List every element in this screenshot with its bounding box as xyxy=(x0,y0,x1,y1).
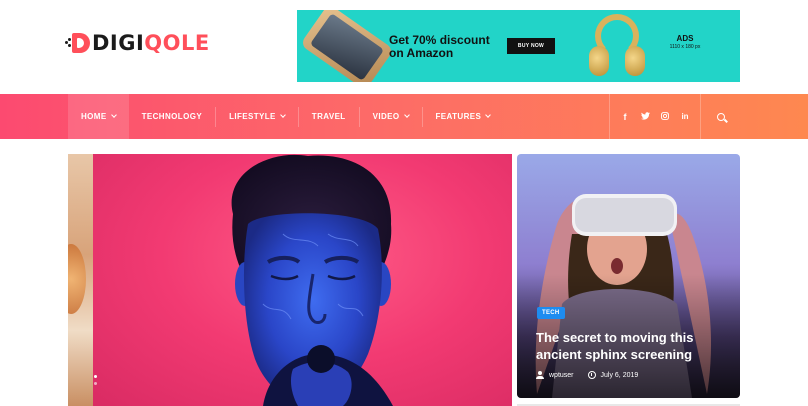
nav-item-technology[interactable]: TECHNOLOGY xyxy=(129,94,215,139)
chevron-down-icon xyxy=(279,112,286,118)
linkedin-icon[interactable]: in xyxy=(680,112,690,121)
main-menu: HOME TECHNOLOGY LIFESTYLE TRAVEL VIDEO F… xyxy=(68,94,503,139)
buy-now-button[interactable]: BUY NOW xyxy=(507,38,555,54)
nav-item-label: TRAVEL xyxy=(311,112,346,121)
chevron-down-icon xyxy=(485,112,492,118)
nav-item-label: FEATURES xyxy=(435,112,482,121)
user-icon xyxy=(536,371,544,379)
search-icon xyxy=(716,112,725,121)
main-navbar: HOME TECHNOLOGY LIFESTYLE TRAVEL VIDEO F… xyxy=(0,94,808,139)
nav-item-label: VIDEO xyxy=(372,112,400,121)
logo-icon xyxy=(65,32,90,54)
instagram-icon[interactable] xyxy=(660,111,670,122)
twitter-icon[interactable] xyxy=(640,111,650,122)
logo-text: DIGIQOLE xyxy=(92,31,210,55)
logo-text-prefix: DIGI xyxy=(92,31,145,55)
featured-post-title[interactable]: The secret to moving this ancient sphinx… xyxy=(536,329,726,363)
facebook-icon[interactable]: f xyxy=(620,112,630,122)
nav-item-features[interactable]: FEATURES xyxy=(423,94,504,139)
phone-image xyxy=(299,10,395,82)
nav-item-label: LIFESTYLE xyxy=(229,112,276,121)
chevron-down-icon xyxy=(110,112,117,118)
ad-title: Get 70% discount on Amazon xyxy=(389,33,490,60)
search-button[interactable] xyxy=(700,94,740,139)
chevron-down-icon xyxy=(403,112,410,118)
post-date: July 6, 2019 xyxy=(600,371,639,379)
ad-size: 1110 x 180 px xyxy=(669,44,701,50)
hero-slide-image[interactable] xyxy=(93,154,512,406)
logo-text-accent: QOLE xyxy=(144,31,210,55)
social-links: f in xyxy=(609,94,700,139)
ad-banner[interactable]: Get 70% discount on Amazon BUY NOW ADS 1… xyxy=(297,10,740,82)
post-meta: wptuser July 6, 2019 xyxy=(536,371,638,379)
site-logo[interactable]: DIGIQOLE xyxy=(65,31,210,55)
nav-item-home[interactable]: HOME xyxy=(68,94,129,139)
headphones-image xyxy=(587,12,647,80)
ad-label: ADS xyxy=(676,34,694,43)
clock-icon xyxy=(587,371,596,379)
nav-item-travel[interactable]: TRAVEL xyxy=(299,94,359,139)
post-author[interactable]: wptuser xyxy=(549,372,574,379)
slider-dot[interactable] xyxy=(94,375,97,378)
slider-dots xyxy=(94,375,97,385)
category-tag[interactable]: TECH xyxy=(537,307,565,319)
singer-illustration xyxy=(231,154,393,406)
previous-slide-image[interactable] xyxy=(68,154,93,406)
nav-item-video[interactable]: VIDEO xyxy=(360,94,422,139)
nav-item-lifestyle[interactable]: LIFESTYLE xyxy=(216,94,298,139)
nav-item-label: TECHNOLOGY xyxy=(141,112,203,121)
nav-item-label: HOME xyxy=(81,112,107,121)
slider-dot[interactable] xyxy=(94,382,97,385)
